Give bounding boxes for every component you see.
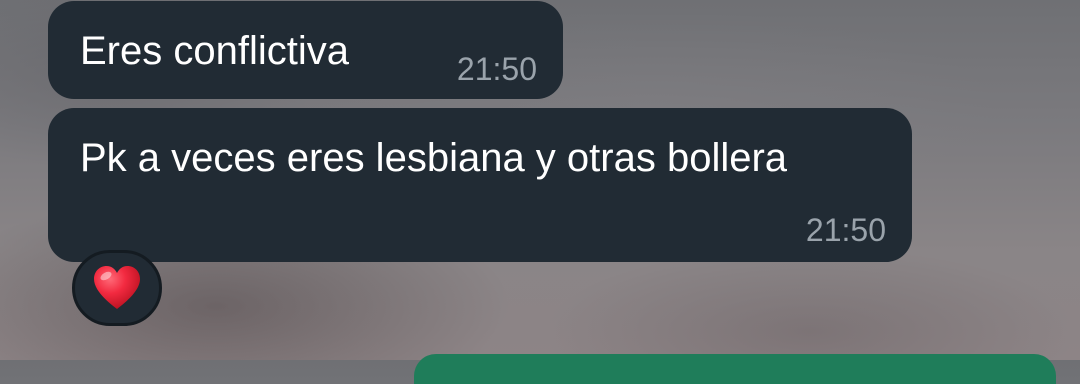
incoming-message-bubble[interactable]: Eres conflictiva 21:50 [48, 1, 563, 99]
incoming-message-bubble[interactable]: Pk a veces eres lesbiana y otras bollera… [48, 108, 912, 262]
message-text: Pk a veces eres lesbiana y otras bollera [80, 136, 788, 180]
message-reaction[interactable] [72, 250, 162, 326]
outgoing-message-bubble[interactable] [414, 354, 1056, 384]
red-heart-icon [91, 265, 143, 311]
message-timestamp: 21:50 [456, 51, 537, 87]
message-timestamp: 21:50 [805, 212, 886, 248]
message-text: Eres conflictiva [80, 29, 349, 73]
